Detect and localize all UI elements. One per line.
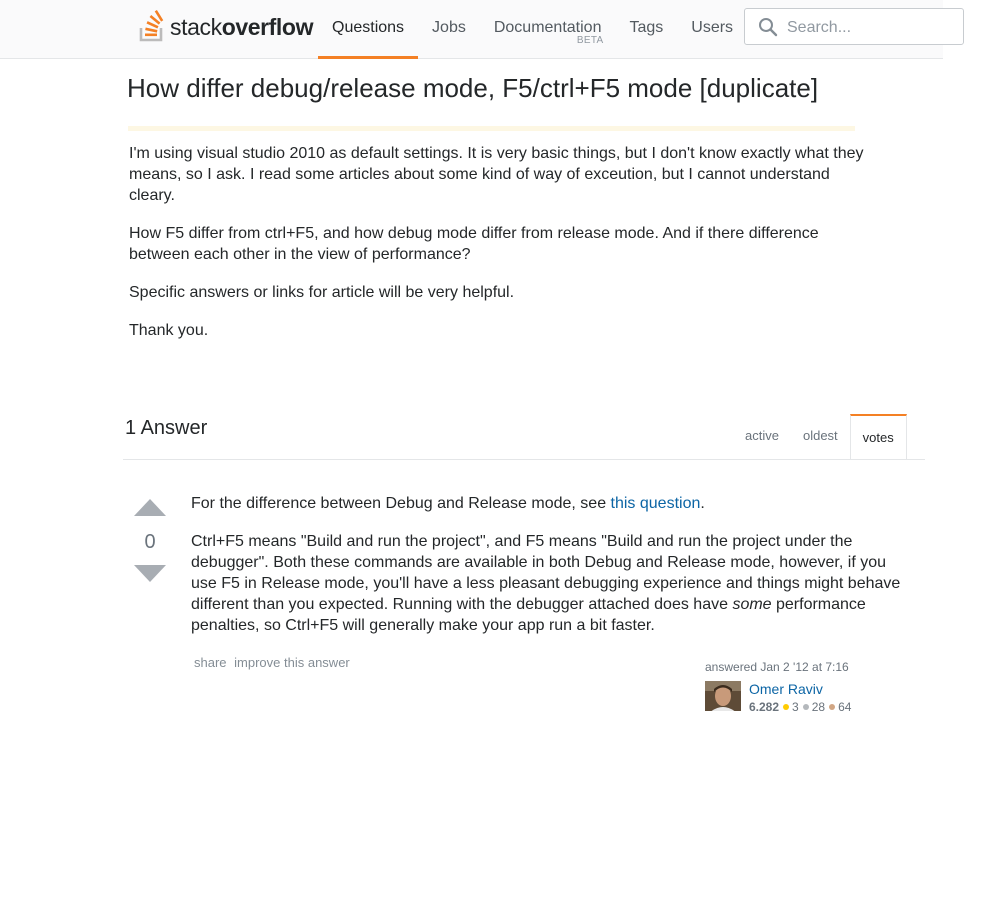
divider — [123, 459, 925, 460]
nav-documentation[interactable]: Documentation BETA — [480, 0, 616, 59]
gold-badge-icon — [783, 704, 790, 710]
stack-overflow-logo-icon — [139, 10, 164, 42]
search-icon[interactable] — [758, 17, 778, 37]
question-body: I'm using visual studio 2010 as default … — [129, 143, 864, 358]
tab-votes[interactable]: votes — [849, 414, 907, 460]
answer-paragraph: For the difference between Debug and Rel… — [191, 495, 705, 512]
answer-count-heading: 1 Answer — [125, 417, 208, 439]
silver-badge-count: 28 — [811, 700, 826, 711]
nav-tags[interactable]: Tags — [615, 0, 677, 59]
search-input[interactable] — [785, 9, 959, 46]
avatar[interactable] — [705, 681, 741, 711]
vote-cell: 0 — [130, 497, 170, 582]
question-paragraph: I'm using visual studio 2010 as default … — [129, 145, 864, 204]
nav-questions[interactable]: Questions — [318, 0, 419, 59]
share-link[interactable]: share — [194, 655, 227, 670]
user-reputation: 6,282 3 28 64 — [749, 699, 851, 711]
nav-jobs[interactable]: Jobs — [418, 0, 480, 59]
reputation-score: 6,282 — [749, 700, 780, 711]
post-menu: share improve this answer — [194, 655, 354, 670]
search-box — [744, 8, 964, 46]
question-title[interactable]: How differ debug/release mode, F5/ctrl+F… — [127, 71, 818, 105]
answer-body: For the difference between Debug and Rel… — [191, 493, 916, 653]
answer-paragraph: Ctrl+F5 means "Build and run the project… — [191, 533, 901, 634]
duplicate-notice-bar — [128, 126, 855, 131]
question-paragraph: Specific answers or links for article wi… — [129, 284, 515, 301]
answer-sort-tabs: active oldest votes — [733, 414, 907, 460]
nav-documentation-label: Documentation — [493, 19, 602, 36]
top-bar: stackoverflow Questions Jobs Documentati… — [0, 0, 964, 59]
user-info: Omer Raviv 6,282 3 28 64 — [705, 681, 905, 711]
tab-active[interactable]: active — [733, 414, 791, 460]
beta-badge: BETA — [576, 35, 604, 46]
gold-badge-count: 3 — [792, 700, 799, 711]
nav-users[interactable]: Users — [677, 0, 747, 59]
vote-down-arrow-icon[interactable] — [134, 565, 166, 582]
main-nav: Questions Jobs Documentation BETA Tags U… — [318, 0, 747, 59]
user-card: answered Jan 2 '12 at 7:16 Omer Raviv 6,… — [705, 659, 905, 711]
site-logo[interactable]: stackoverflow — [139, 8, 313, 42]
question-paragraph: Thank you. — [129, 322, 209, 339]
this-question-link[interactable]: this question — [611, 495, 701, 512]
vote-up-arrow-icon[interactable] — [134, 499, 166, 516]
question-paragraph: How F5 differ from ctrl+F5, and how debu… — [129, 225, 819, 263]
tab-oldest[interactable]: oldest — [791, 414, 850, 460]
answered-timestamp[interactable]: answered Jan 2 '12 at 7:16 — [705, 659, 905, 675]
logo-text: stackoverflow — [170, 14, 314, 40]
vote-count: 0 — [144, 531, 156, 553]
silver-badge-icon — [802, 704, 809, 710]
bronze-badge-icon — [829, 704, 836, 710]
user-name-link[interactable]: Omer Raviv — [749, 680, 823, 698]
improve-answer-link[interactable]: improve this answer — [234, 655, 350, 670]
bronze-badge-count: 64 — [838, 700, 852, 711]
